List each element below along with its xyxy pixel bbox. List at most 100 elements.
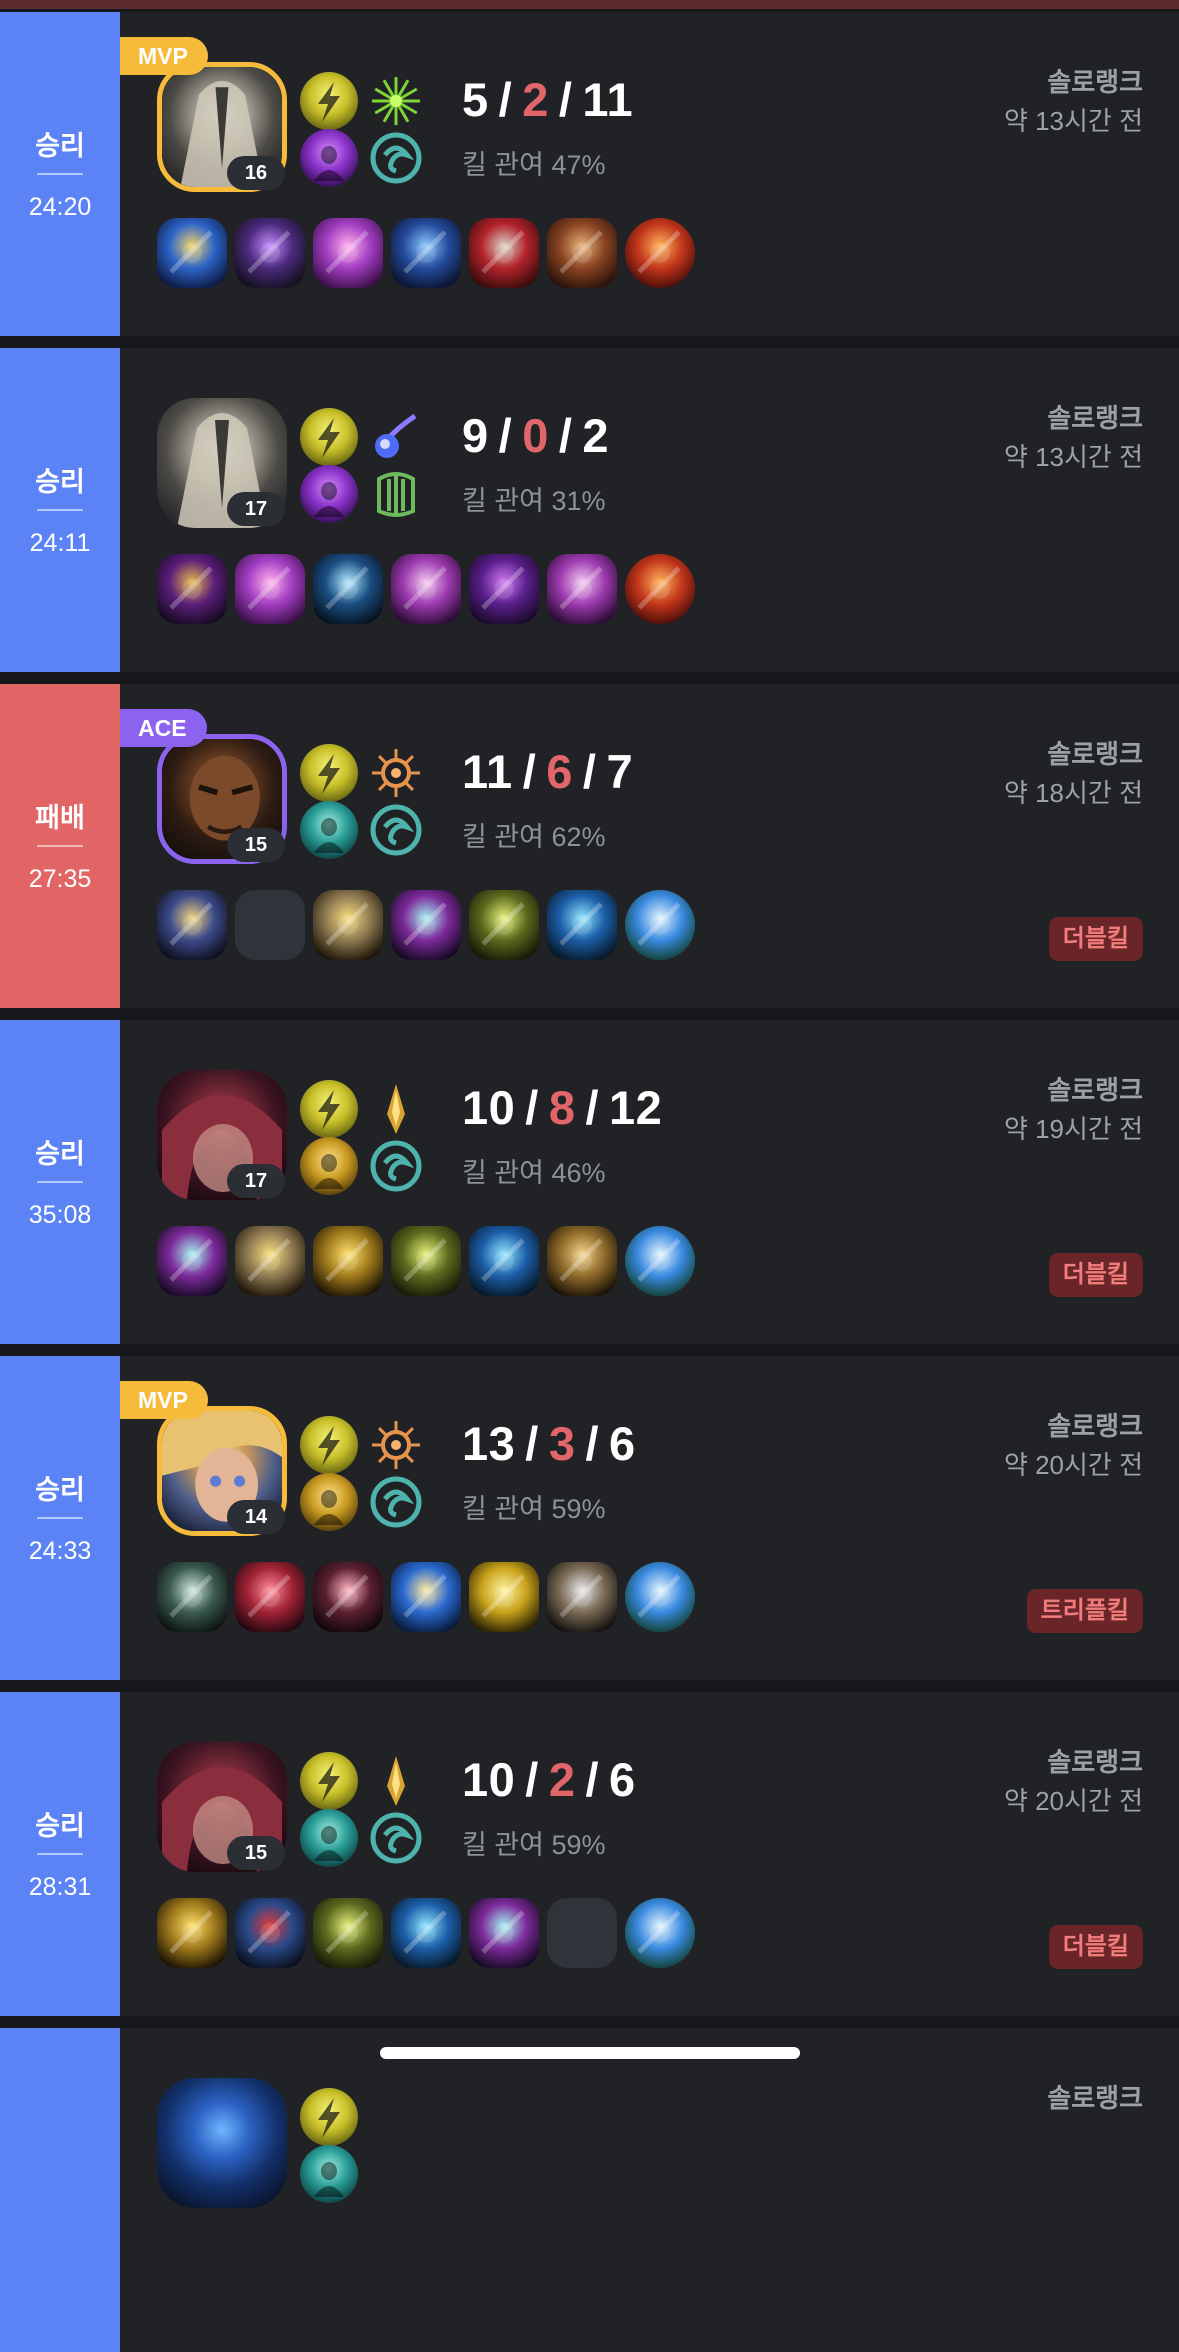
crossbow-item-icon[interactable]: [157, 890, 227, 960]
tome-item-icon[interactable]: [547, 218, 617, 288]
blue-axe-item-icon[interactable]: [391, 1898, 461, 1968]
trident-item-icon[interactable]: [391, 1562, 461, 1632]
blue-axe-item-icon[interactable]: [547, 890, 617, 960]
crossed-blades-item-icon[interactable]: [469, 890, 539, 960]
blue-orb-trinket-icon[interactable]: [625, 890, 695, 960]
gold-blade-item-icon[interactable]: [157, 1898, 227, 1968]
teal-heal-spell-icon: [300, 2145, 358, 2203]
scythe-item-icon[interactable]: [391, 890, 461, 960]
spellbook-item-icon[interactable]: [235, 554, 305, 624]
assists-count: 6: [609, 1753, 636, 1806]
purple-mask-item-icon[interactable]: [157, 554, 227, 624]
kda-score: 11/6/7: [462, 744, 633, 799]
result-label: 승리: [35, 1811, 85, 1841]
blue-comet-rune-icon: [367, 408, 425, 466]
scythe-item-icon[interactable]: [469, 1898, 539, 1968]
red-lens-trinket-icon[interactable]: [625, 218, 695, 288]
kda-score: 9/0/2: [462, 408, 609, 463]
result-divider: [37, 1853, 83, 1855]
queue-type: 솔로랭크: [1047, 67, 1143, 97]
green-pillars-rune-icon: [367, 465, 425, 523]
ace-badge: ACE: [120, 709, 207, 747]
drill-item-icon[interactable]: [547, 1562, 617, 1632]
greaves-item-icon[interactable]: [235, 1226, 305, 1296]
kills-count: 9: [462, 409, 489, 462]
pink-orb-item-icon[interactable]: [391, 554, 461, 624]
flash-spell-icon: [300, 2088, 358, 2146]
pink-orb-item-icon[interactable]: [547, 554, 617, 624]
kda-separator: /: [558, 73, 573, 126]
scythe-item-icon[interactable]: [157, 1226, 227, 1296]
match-row[interactable]: 솔로랭크: [0, 2028, 1179, 2352]
kills-count: 10: [462, 1753, 516, 1806]
hourglass-item-icon[interactable]: [157, 218, 227, 288]
gold-heal-spell-icon: [300, 1137, 358, 1195]
result-bar: 승리 24:33: [0, 1356, 120, 1680]
result-bar: 승리 35:08: [0, 1020, 120, 1344]
multikill-badge: 더블킬: [1048, 1253, 1143, 1297]
dark-tree-item-icon[interactable]: [313, 554, 383, 624]
time-ago: 약 20시간 전: [1003, 1786, 1143, 1816]
greaves-item-icon[interactable]: [313, 890, 383, 960]
kda-separator: /: [525, 1417, 539, 1470]
assists-count: 7: [606, 745, 634, 798]
kills-count: 10: [462, 1081, 516, 1134]
blue-orb-trinket-icon[interactable]: [625, 1898, 695, 1968]
violet-boots-item-icon[interactable]: [469, 554, 539, 624]
result-label: 승리: [35, 1139, 85, 1169]
red-claw-item-icon[interactable]: [235, 1562, 305, 1632]
game-duration: 24:11: [29, 529, 91, 557]
empty-item-slot[interactable]: [235, 890, 305, 960]
dagger-item-icon[interactable]: [313, 1562, 383, 1632]
game-duration: 35:08: [28, 1201, 92, 1229]
gold-arrow-rune-icon: [367, 1080, 425, 1138]
gold-blade-item-icon[interactable]: [313, 1226, 383, 1296]
result-label: 승리: [35, 131, 85, 161]
top-edge-strip: [0, 0, 1179, 9]
blue-orb-trinket-icon[interactable]: [625, 1562, 695, 1632]
queue-type: 솔로랭크: [1047, 1075, 1143, 1105]
blue-axe-item-icon[interactable]: [469, 1226, 539, 1296]
match-row[interactable]: 승리 35:08 17 10/8/12 킬 관여 46% 솔로랭크 약 19시간 전 더블킬: [0, 1020, 1179, 1344]
queue-type: 솔로랭크: [1047, 1411, 1143, 1441]
knight-helm-item-icon[interactable]: [235, 1898, 305, 1968]
match-row[interactable]: 승리 24:20 16 MVP 5/2/11 킬 관여 47% 솔로랭크 약 13시간 전: [0, 12, 1179, 336]
result-label: 패배: [35, 803, 85, 833]
red-lens-trinket-icon[interactable]: [625, 554, 695, 624]
time-ago: 약 13시간 전: [1003, 106, 1143, 136]
champion-level-badge: 16: [227, 156, 285, 190]
kda-separator: /: [558, 409, 573, 462]
match-row[interactable]: 승리 28:31 15 10/2/6 킬 관여 59% 솔로랭크 약 20시간 전 더블킬: [0, 1692, 1179, 2016]
kills-count: 11: [462, 745, 513, 798]
flash-spell-icon: [300, 744, 358, 802]
teal-heal-spell-icon: [300, 801, 358, 859]
match-row[interactable]: 승리 24:33 14 MVP 13/3/6 킬 관여 59% 솔로랭크 약 20시간 전 트리…: [0, 1356, 1179, 1680]
flash-spell-icon: [300, 1416, 358, 1474]
spellbook-item-icon[interactable]: [313, 218, 383, 288]
result-divider: [37, 173, 83, 175]
deaths-count: 2: [548, 1753, 576, 1806]
gold-armor-item-icon[interactable]: [547, 1226, 617, 1296]
purple-staff-item-icon[interactable]: [235, 218, 305, 288]
assists-count: 12: [609, 1081, 663, 1134]
boots-item-icon[interactable]: [469, 218, 539, 288]
crossed-blades-item-icon[interactable]: [391, 1226, 461, 1296]
empty-item-slot[interactable]: [547, 1898, 617, 1968]
crossed-blades-item-icon[interactable]: [313, 1898, 383, 1968]
kda-score: 13/3/6: [462, 1416, 636, 1471]
match-row[interactable]: 패배 27:35 15 ACE 11/6/7 킬 관여 62% 솔로랭크 약 18시간 전 더블…: [0, 684, 1179, 1008]
green-spark-rune-icon: [367, 72, 425, 130]
flash-spell-icon: [300, 72, 358, 130]
blue-hair-champion-portrait[interactable]: [157, 2078, 287, 2208]
blue-ring-item-icon[interactable]: [391, 218, 461, 288]
pickaxe-item-icon[interactable]: [157, 1562, 227, 1632]
blue-orb-trinket-icon[interactable]: [625, 1226, 695, 1296]
game-duration: 27:35: [28, 865, 92, 893]
champion-level-badge: 17: [227, 492, 285, 526]
home-indicator[interactable]: [380, 2047, 800, 2059]
gold-bow-item-icon[interactable]: [469, 1562, 539, 1632]
kda-separator: /: [522, 745, 537, 798]
match-row[interactable]: 승리 24:11 17 9/0/2 킬 관여 31% 솔로랭크 약 13시간 전: [0, 348, 1179, 672]
multikill-badge: 더블킬: [1048, 917, 1143, 961]
queue-type: 솔로랭크: [1047, 403, 1143, 433]
